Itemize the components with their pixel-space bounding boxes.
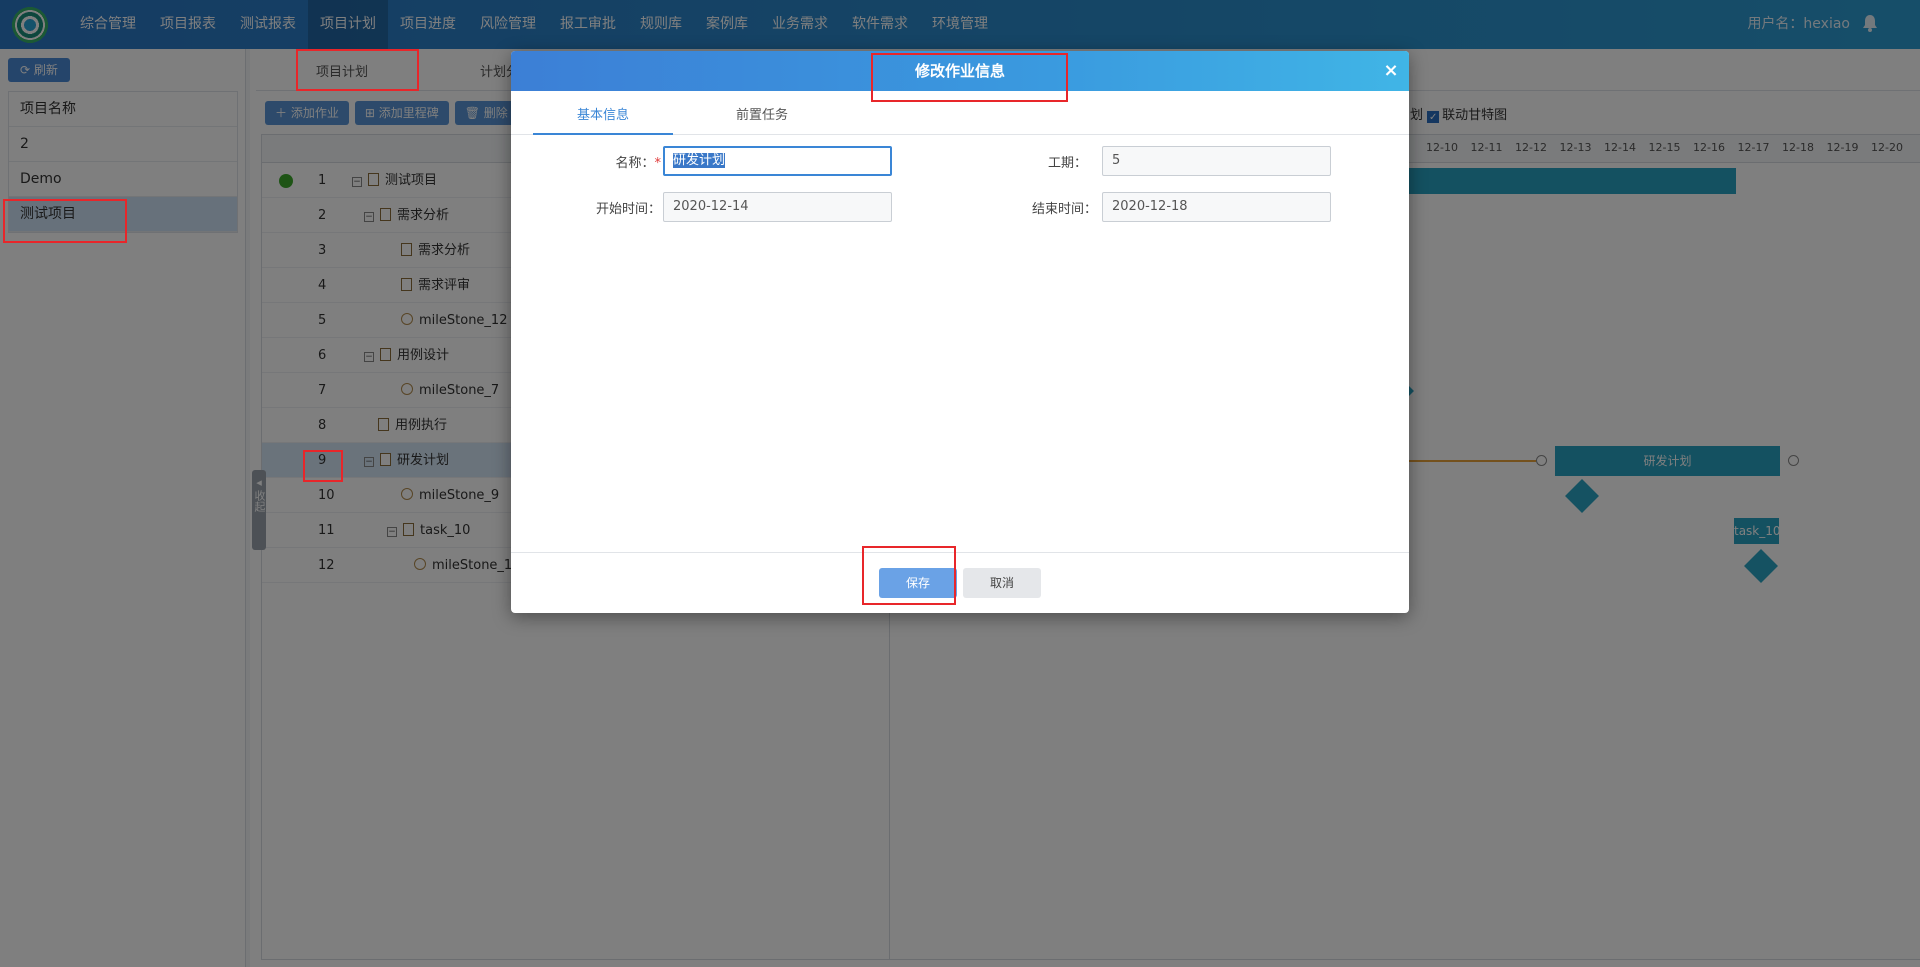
dialog-footer: 保存 取消 (511, 552, 1409, 613)
duration-field-label: 工期： (1047, 156, 1087, 171)
annotation-box-row (303, 450, 343, 482)
start-time-input[interactable]: 2020-12-14 (663, 192, 892, 222)
close-icon[interactable]: × (1381, 51, 1401, 91)
active-tab-indicator (533, 133, 673, 135)
start-time-label: 开始时间： (595, 202, 661, 217)
duration-input[interactable]: 5 (1102, 146, 1331, 176)
annotation-box-save (862, 546, 956, 605)
annotation-box-project (3, 199, 127, 243)
end-time-input[interactable]: 2020-12-18 (1102, 192, 1331, 222)
tab-predecessors[interactable]: 前置任务 (736, 104, 788, 123)
annotation-box-title (871, 53, 1068, 102)
end-time-label: 结束时间： (1031, 202, 1097, 217)
tab-basic-info[interactable]: 基本信息 (577, 104, 629, 123)
name-input[interactable]: 研发计划 (663, 146, 892, 176)
name-field-label: 名称：* (615, 156, 661, 171)
annotation-box-plan-tab (296, 49, 419, 91)
cancel-button[interactable]: 取消 (963, 568, 1041, 598)
edit-task-dialog: 修改作业信息 × 基本信息 前置任务 名称：* 研发计划 工期： 5 开始时间：… (511, 51, 1409, 613)
